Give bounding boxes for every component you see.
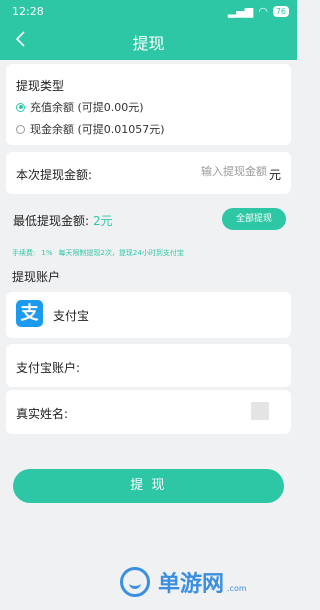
option-recharge-balance[interactable]: 充值余额 (可提0.00元): [16, 99, 144, 115]
min-amount-row: 最低提现金额: 2元: [13, 212, 113, 229]
watermark-domain: .com: [227, 583, 247, 593]
min-amount-label: 最低提现金额:: [13, 214, 90, 228]
fee-rate: 1%: [41, 249, 53, 257]
alipay-account-input[interactable]: [139, 356, 279, 374]
fee-note: 每天限制提现2次，提现24小时到支付宝: [58, 249, 184, 257]
withdraw-type-title: 提现类型: [16, 79, 65, 93]
status-bar: 12:28 ▂▄▆ ◠ 76: [0, 0, 297, 22]
amount-card: 本次提现金额: 元: [6, 152, 291, 194]
watermark-text: 单游网: [158, 572, 225, 597]
min-amount-value: 2元: [93, 214, 113, 228]
option-label: 现金余额 (可提0.01057元): [30, 123, 165, 136]
redacted-value: [251, 402, 269, 420]
alipay-account-label: 支付宝账户:: [16, 361, 81, 375]
status-time: 12:28: [12, 5, 44, 18]
option-label: 充值余额 (可提0.00元): [30, 101, 144, 114]
option-cash-balance[interactable]: 现金余额 (可提0.01057元): [16, 121, 165, 137]
account-section-title: 提现账户: [12, 270, 61, 284]
alipay-account-card: 支付宝账户:: [6, 344, 291, 387]
status-icons: ▂▄▆ ◠ 76: [228, 5, 289, 18]
header-bar: 12:28 ▂▄▆ ◠ 76 提现: [0, 0, 297, 60]
amount-unit: 元: [268, 168, 281, 182]
withdraw-all-button[interactable]: 全部提现: [222, 208, 286, 230]
radio-unchecked-icon[interactable]: [16, 124, 25, 134]
smiley-icon: [120, 567, 150, 597]
amount-input[interactable]: [177, 165, 267, 178]
watermark-logo: 单游网 .com: [120, 566, 247, 598]
battery-icon: 76: [272, 6, 289, 17]
real-name-label: 真实姓名:: [16, 407, 69, 421]
real-name-card: 真实姓名:: [6, 390, 291, 434]
fee-info: 手续费: 1% 每天限制提现2次，提现24小时到支付宝: [12, 248, 190, 258]
alipay-method-card[interactable]: 支 支付宝: [6, 292, 291, 338]
radio-checked-icon[interactable]: [16, 102, 25, 112]
wifi-icon: ◠: [258, 5, 268, 18]
fee-label: 手续费:: [12, 249, 36, 257]
alipay-label: 支付宝: [53, 309, 90, 323]
withdraw-submit-button[interactable]: 提 现: [13, 469, 284, 503]
signal-icon: ▂▄▆: [227, 5, 254, 18]
withdraw-type-card: 提现类型 充值余额 (可提0.00元) 现金余额 (可提0.01057元): [6, 64, 291, 145]
alipay-icon: 支: [16, 300, 43, 327]
page-title: 提现: [132, 34, 165, 53]
amount-label: 本次提现金额:: [16, 168, 93, 182]
